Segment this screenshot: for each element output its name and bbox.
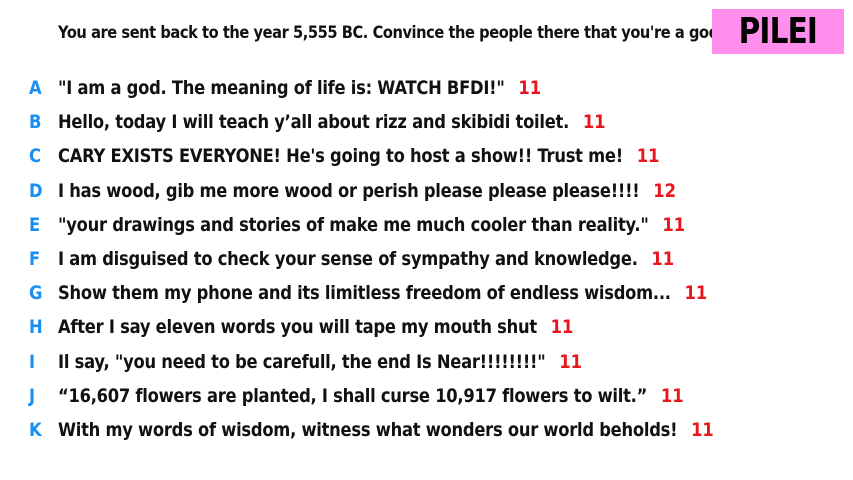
word-count: 11 [662,213,686,236]
entry-line: I am disguised to check your sense of sy… [58,248,674,270]
entry-list: A "I am a god. The meaning of life is: W… [0,71,853,447]
entry-line: I has wood, gib me more wood or perish p… [58,180,676,202]
entry-h: H After I say eleven words you will tape… [0,310,853,344]
entry-letter: C [29,145,41,168]
entry-f: F I am disguised to check your sense of … [0,242,853,276]
word-count: 11 [636,145,660,168]
word-count: 11 [684,282,708,305]
entry-text: "I am a god. The meaning of life is: WAT… [58,77,505,100]
entry-j: J “16,607 flowers are planted, I shall c… [0,379,853,413]
entry-line: After I say eleven words you will tape m… [58,316,573,338]
entry-letter: A [29,77,42,100]
entry-text: With my words of wisdom, witness what wo… [58,418,678,441]
entry-d: D I has wood, gib me more wood or perish… [0,174,853,208]
entry-line: Hello, today I will teach y’all about ri… [58,111,606,133]
word-count: 12 [653,179,677,202]
entry-line: Il say, "you need to be carefull, the en… [58,351,582,373]
entry-i: I Il say, "you need to be carefull, the … [0,345,853,379]
entry-letter: J [29,384,36,407]
entry-line: "your drawings and stories of make me mu… [58,214,685,236]
entry-text: Show them my phone and its limitless fre… [58,282,671,305]
word-count: 11 [550,316,574,339]
entry-letter: G [29,282,43,305]
entry-text: “16,607 flowers are planted, I shall cur… [58,384,648,407]
word-count: 11 [651,248,675,271]
entry-text: CARY EXISTS EVERYONE! He's going to host… [58,145,623,168]
entry-letter: D [29,179,43,202]
entry-c: C CARY EXISTS EVERYONE! He's going to ho… [0,139,853,173]
word-count: 11 [660,384,684,407]
entry-letter: F [29,248,41,271]
word-count: 11 [518,77,542,100]
entry-text: I has wood, gib me more wood or perish p… [58,179,640,202]
entry-letter: B [29,111,42,134]
entry-letter: I [29,350,36,373]
word-count: 11 [559,350,583,373]
prompt-text: You are sent back to the year 5,555 BC. … [58,23,724,43]
entry-text: Il say, "you need to be carefull, the en… [58,350,546,373]
entry-text: "your drawings and stories of make me mu… [58,213,649,236]
entry-line: Show them my phone and its limitless fre… [58,282,707,304]
entry-e: E "your drawings and stories of make me … [0,208,853,242]
entry-g: G Show them my phone and its limitless f… [0,276,853,310]
entry-text: I am disguised to check your sense of sy… [58,248,638,271]
name-badge-label: PILEI [738,11,818,52]
entry-line: “16,607 flowers are planted, I shall cur… [58,385,684,407]
word-count: 11 [582,111,606,134]
entry-letter: E [29,213,41,236]
entry-text: After I say eleven words you will tape m… [58,316,537,339]
entry-a: A "I am a god. The meaning of life is: W… [0,71,853,105]
entry-k: K With my words of wisdom, witness what … [0,413,853,447]
entry-line: With my words of wisdom, witness what wo… [58,419,714,441]
entry-b: B Hello, today I will teach y’all about … [0,105,853,139]
entry-line: CARY EXISTS EVERYONE! He's going to host… [58,145,659,167]
entry-letter: H [29,316,43,339]
word-count: 11 [691,418,714,441]
name-badge: PILEI [712,9,844,54]
entry-letter: K [29,418,42,441]
entry-text: Hello, today I will teach y’all about ri… [58,111,570,134]
entry-line: "I am a god. The meaning of life is: WAT… [58,77,541,99]
